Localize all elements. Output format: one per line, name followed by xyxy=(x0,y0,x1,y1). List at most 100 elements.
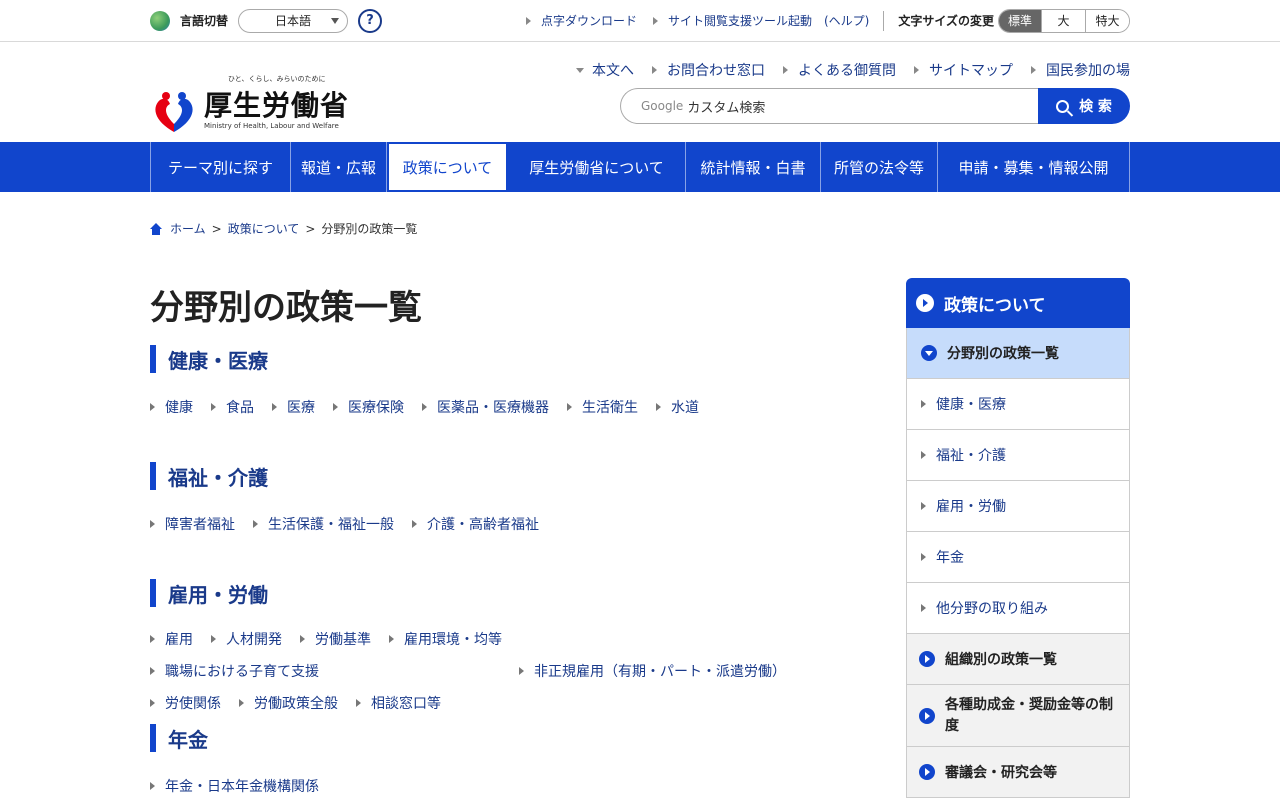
policy-link[interactable]: 食品 xyxy=(211,397,254,417)
policy-link[interactable]: 雇用 xyxy=(150,629,193,649)
logo-tagline: ひと、くらし、みらいのために xyxy=(228,75,326,83)
contact-link[interactable]: お問合わせ窓口 xyxy=(652,60,765,80)
skip-to-content-link[interactable]: 本文へ xyxy=(576,60,634,80)
nav-item-policies[interactable]: 政策について xyxy=(387,142,508,192)
side-nav-group[interactable]: 審議会・研究会等 xyxy=(906,747,1130,798)
nav-item-laws[interactable]: 所管の法令等 xyxy=(821,142,938,192)
arrow-right-icon xyxy=(921,400,926,408)
side-nav-item[interactable]: 雇用・労働 xyxy=(906,481,1130,532)
side-nav-group[interactable]: 各種助成金・奨励金等の制度 xyxy=(906,685,1130,747)
section-heading-link[interactable]: 雇用・労働 xyxy=(168,579,268,608)
site-header: ひと、くらし、みらいのために 厚生労働省 Ministry of Health,… xyxy=(0,42,1280,142)
section-heading-link[interactable]: 福祉・介護 xyxy=(168,462,268,491)
nav-item-press[interactable]: 報道・広報 xyxy=(291,142,387,192)
sitemap-link[interactable]: サイトマップ xyxy=(914,60,1013,80)
policy-link[interactable]: 水道 xyxy=(656,397,699,417)
nav-item-themes[interactable]: テーマ別に探す xyxy=(151,142,291,192)
language-switcher: 言語切替 日本語 ? xyxy=(150,8,383,33)
nav-item-applications[interactable]: 申請・募集・情報公開 xyxy=(938,142,1130,192)
divider xyxy=(883,10,885,31)
language-select[interactable]: 日本語 xyxy=(238,8,349,33)
nav-item-about[interactable]: 厚生労働省について xyxy=(508,142,686,192)
arrow-right-icon xyxy=(921,502,926,510)
site-logo[interactable]: ひと、くらし、みらいのために 厚生労働省 Ministry of Health,… xyxy=(150,74,360,136)
search-button[interactable]: 検 索 xyxy=(1038,88,1130,124)
google-label: Google xyxy=(641,99,684,113)
section-heading-link[interactable]: 年金 xyxy=(168,724,208,753)
page-title: 分野別の政策一覧 xyxy=(150,288,422,328)
font-size-standard-button[interactable]: 標準 xyxy=(999,9,1041,32)
breadcrumb-home-link[interactable]: ホーム xyxy=(170,220,206,237)
policy-link[interactable]: 障害者福祉 xyxy=(150,514,235,534)
arrow-right-icon xyxy=(652,66,657,74)
arrow-right-icon xyxy=(921,451,926,459)
arrow-right-icon xyxy=(333,403,338,411)
policy-link[interactable]: 医療 xyxy=(272,397,315,417)
section-heading: 福祉・介護 xyxy=(150,462,870,490)
public-participation-link[interactable]: 国民参加の場 xyxy=(1031,60,1130,80)
search-placeholder: カスタム検索 xyxy=(687,100,766,116)
side-nav-group[interactable]: 組織別の政策一覧 xyxy=(906,634,1130,685)
policy-link[interactable]: 生活保護・福祉一般 xyxy=(253,514,394,534)
braille-download-link[interactable]: 点字ダウンロード xyxy=(525,12,637,29)
policy-link[interactable]: 労使関係 xyxy=(150,693,221,713)
arrow-right-icon xyxy=(150,403,155,411)
section-pension: 年金 年金・日本年金機構関係 xyxy=(150,724,870,808)
chevron-down-icon xyxy=(331,17,340,24)
arrow-right-icon xyxy=(567,403,572,411)
utility-bar: 言語切替 日本語 ? 点字ダウンロード サイト閲覧支援ツール起動 (ヘルプ) 文… xyxy=(0,0,1280,42)
policy-link[interactable]: 雇用環境・均等 xyxy=(389,629,502,649)
arrow-right-icon xyxy=(272,403,277,411)
section-health: 健康・医療 健康 食品 医療 医療保険 医薬品・医療機器 生活衛生 水道 xyxy=(150,345,870,429)
search-input[interactable]: Google カスタム検索 xyxy=(620,88,1040,124)
font-size-large-button[interactable]: 大 xyxy=(1041,9,1085,32)
side-nav-current[interactable]: 分野別の政策一覧 xyxy=(906,328,1130,379)
circle-arrow-down-icon xyxy=(921,345,937,361)
policy-link[interactable]: 職場における子育て支援 xyxy=(150,661,319,681)
policy-link[interactable]: 人材開発 xyxy=(211,629,282,649)
policy-link[interactable]: 生活衛生 xyxy=(567,397,638,417)
search-icon xyxy=(1056,99,1070,113)
policy-link[interactable]: 相談窓口等 xyxy=(356,693,441,713)
policy-link[interactable]: 労働政策全般 xyxy=(239,693,338,713)
policy-link[interactable]: 労働基準 xyxy=(300,629,371,649)
font-size-xlarge-button[interactable]: 特大 xyxy=(1085,9,1129,32)
arrow-right-icon xyxy=(150,520,155,528)
arrow-right-icon xyxy=(150,782,155,790)
policy-link[interactable]: 医薬品・医療機器 xyxy=(422,397,549,417)
policy-link[interactable]: 健康 xyxy=(150,397,193,417)
policy-link[interactable]: 非正規雇用（有期・パート・派遣労働） xyxy=(519,661,786,681)
arrow-right-icon xyxy=(412,520,417,528)
breadcrumb-parent-link[interactable]: 政策について xyxy=(228,220,300,237)
arrow-right-icon xyxy=(356,699,361,707)
arrow-right-icon xyxy=(389,635,394,643)
faq-link[interactable]: よくある御質問 xyxy=(783,60,896,80)
side-nav-item[interactable]: 福祉・介護 xyxy=(906,430,1130,481)
arrow-right-icon xyxy=(652,16,658,25)
side-nav-item[interactable]: 健康・医療 xyxy=(906,379,1130,430)
help-button[interactable]: ? xyxy=(358,8,383,33)
arrow-right-icon xyxy=(783,66,788,74)
global-nav: テーマ別に探す 報道・広報 政策について 厚生労働省について 統計情報・白書 所… xyxy=(0,142,1280,192)
side-nav-heading[interactable]: 政策について xyxy=(906,278,1130,328)
side-nav-item[interactable]: 年金 xyxy=(906,532,1130,583)
section-heading-link[interactable]: 健康・医療 xyxy=(168,345,268,374)
arrow-right-icon xyxy=(914,66,919,74)
section-heading: 雇用・労働 xyxy=(150,579,870,607)
policy-link[interactable]: 介護・高齢者福祉 xyxy=(412,514,539,534)
arrow-right-icon xyxy=(239,699,244,707)
section-links: 健康 食品 医療 医療保険 医薬品・医療機器 生活衛生 水道 xyxy=(150,397,870,429)
nav-item-statistics[interactable]: 統計情報・白書 xyxy=(686,142,821,192)
arrow-right-icon xyxy=(211,635,216,643)
circle-arrow-right-icon xyxy=(919,651,935,667)
arrow-right-icon xyxy=(150,635,155,643)
arrow-right-icon xyxy=(921,553,926,561)
side-nav-item[interactable]: 他分野の取り組み xyxy=(906,583,1130,634)
policy-link[interactable]: 年金・日本年金機構関係 xyxy=(150,776,319,796)
circle-arrow-right-icon xyxy=(919,764,935,780)
section-heading: 健康・医療 xyxy=(150,345,870,373)
arrow-right-icon xyxy=(253,520,258,528)
policy-link[interactable]: 医療保険 xyxy=(333,397,404,417)
section-welfare: 福祉・介護 障害者福祉 生活保護・福祉一般 介護・高齢者福祉 xyxy=(150,462,870,546)
accessibility-tool-link[interactable]: サイト閲覧支援ツール起動 (ヘルプ) xyxy=(652,12,869,29)
